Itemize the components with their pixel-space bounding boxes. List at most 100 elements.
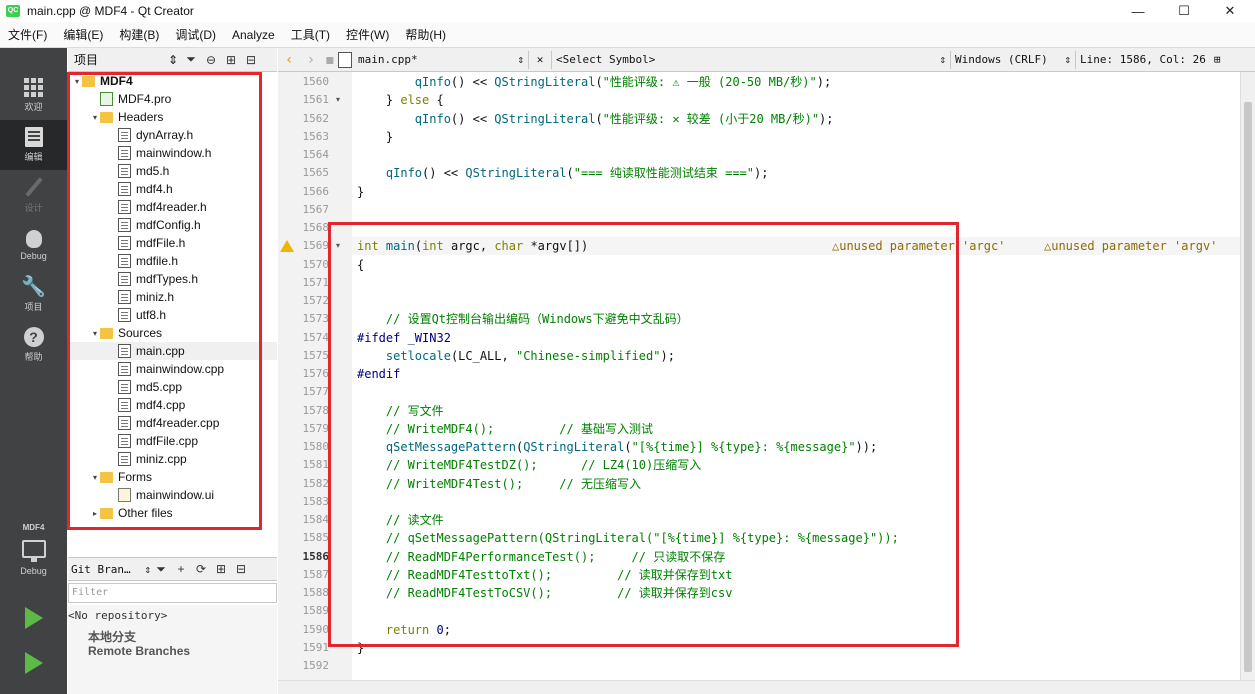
code-line[interactable]: } <box>357 128 393 146</box>
menu-build[interactable]: 构建(B) <box>111 26 167 43</box>
mode-debug[interactable]: Debug <box>0 220 67 270</box>
link-icon[interactable]: ⊖ <box>201 50 221 70</box>
tree-item-forms[interactable]: ▾ Forms <box>68 468 277 486</box>
tree-item-mdf4-h[interactable]: mdf4.h <box>68 180 277 198</box>
menu-widgets[interactable]: 控件(W) <box>338 26 397 43</box>
code-line[interactable]: #ifdef _WIN32 <box>357 329 451 347</box>
code-line[interactable]: } else { <box>357 91 444 109</box>
menu-help[interactable]: 帮助(H) <box>397 26 454 43</box>
tree-item-mdffile-cpp[interactable]: mdfFile.cpp <box>68 432 277 450</box>
code-line[interactable]: // qSetMessagePattern(QStringLiteral("[%… <box>357 529 899 547</box>
code-line[interactable]: // 读文件 <box>357 511 444 529</box>
menu-edit[interactable]: 编辑(E) <box>55 26 111 43</box>
code-line[interactable]: #endif <box>357 365 400 383</box>
code-line[interactable]: qInfo() << QStringLiteral("性能评级: ✕ 较差 (小… <box>357 110 834 128</box>
tree-item-dynarray-h[interactable]: dynArray.h <box>68 126 277 144</box>
close-button[interactable]: ✕ <box>1207 0 1253 22</box>
menu-tools[interactable]: 工具(T) <box>283 26 338 43</box>
back-icon[interactable]: ‹ <box>278 52 300 68</box>
mode-edit[interactable]: 编辑 <box>0 120 67 170</box>
code-line[interactable]: // WriteMDF4Test(); // 无压缩写入 <box>357 475 641 493</box>
filter-icon[interactable]: ⏷ <box>151 559 171 579</box>
warning-icon[interactable] <box>280 240 294 253</box>
expand-arrow-icon[interactable]: ▾ <box>90 473 100 482</box>
tree-item-mainwindow-h[interactable]: mainwindow.h <box>68 144 277 162</box>
horizontal-scrollbar[interactable] <box>278 680 1255 694</box>
tree-item-sources[interactable]: ▾ Sources <box>68 324 277 342</box>
tree-item-md5-cpp[interactable]: md5.cpp <box>68 378 277 396</box>
mode-projects[interactable]: 🔧 项目 <box>0 270 67 320</box>
code-line[interactable]: // 设置Qt控制台输出编码（Windows下避免中文乱码） <box>357 310 689 328</box>
tree-item-mdf4reader-h[interactable]: mdf4reader.h <box>68 198 277 216</box>
minimize-button[interactable]: — <box>1115 0 1161 22</box>
code-line[interactable]: // ReadMDF4TesttoTxt(); // 读取并保存到txt <box>357 566 733 584</box>
tree-item-other-files[interactable]: ▸ Other files <box>68 504 277 522</box>
code-line[interactable]: qSetMessagePattern(QStringLiteral("[%{ti… <box>357 438 877 456</box>
split-icon[interactable]: ⊞ <box>211 559 231 579</box>
tree-item-mdf4-cpp[interactable]: mdf4.cpp <box>68 396 277 414</box>
kit-selector[interactable]: Debug <box>0 533 67 583</box>
warning-annotation[interactable]: △unused parameter 'argv' <box>1044 237 1217 255</box>
close-pane-icon[interactable]: ⊟ <box>241 50 261 70</box>
forward-icon[interactable]: › <box>300 52 322 68</box>
open-documents-selector[interactable]: main.cpp* ⇕ <box>358 53 524 66</box>
mode-welcome[interactable]: 欢迎 <box>0 70 67 120</box>
tree-item-headers[interactable]: ▾ Headers <box>68 108 277 126</box>
line-ending-selector[interactable]: Windows (CRLF) ⇕ <box>955 53 1071 66</box>
refresh-icon[interactable]: ⟳ <box>191 559 211 579</box>
code-line[interactable]: return 0; <box>357 621 451 639</box>
expand-arrow-icon[interactable]: ▾ <box>90 113 100 122</box>
code-line[interactable]: // 写文件 <box>357 402 444 420</box>
tree-item-miniz-h[interactable]: miniz.h <box>68 288 277 306</box>
git-branch-selector[interactable]: Git Bran… ⇕ <box>71 563 151 576</box>
tree-item-mdf4[interactable]: ▾ MDF4 <box>68 72 277 90</box>
code-line[interactable]: // WriteMDF4(); // 基础写入测试 <box>357 420 653 438</box>
tree-item-miniz-cpp[interactable]: miniz.cpp <box>68 450 277 468</box>
close-document-icon[interactable]: ✕ <box>533 53 547 66</box>
code-line[interactable]: } <box>357 183 364 201</box>
split-icon[interactable]: ⊞ <box>1214 53 1221 66</box>
code-line[interactable]: // WriteMDF4TestDZ(); // LZ4(10)压缩写入 <box>357 456 701 474</box>
tree-item-mdfconfig-h[interactable]: mdfConfig.h <box>68 216 277 234</box>
filter-icon[interactable]: ⏷ <box>181 50 201 70</box>
menu-file[interactable]: 文件(F) <box>0 26 55 43</box>
code-line[interactable]: // ReadMDF4PerformanceTest(); // 只读取不保存 <box>357 548 725 566</box>
tree-item-mdftypes-h[interactable]: mdfTypes.h <box>68 270 277 288</box>
tree-item-mainwindow-ui[interactable]: mainwindow.ui <box>68 486 277 504</box>
git-filter-input[interactable]: Filter <box>68 583 277 603</box>
code-line[interactable]: qInfo() << QStringLiteral("性能评级: ⚠ 一般 (2… <box>357 73 831 91</box>
expand-arrow-icon[interactable]: ▸ <box>90 509 100 518</box>
tree-item-mdfile-h[interactable]: mdfile.h <box>68 252 277 270</box>
symbol-selector[interactable]: <Select Symbol> ⇕ <box>556 53 946 66</box>
add-icon[interactable]: + <box>171 559 191 579</box>
menu-debug[interactable]: 调试(D) <box>167 26 224 43</box>
tree-item-mdffile-h[interactable]: mdfFile.h <box>68 234 277 252</box>
maximize-button[interactable]: ☐ <box>1161 0 1207 22</box>
warning-annotation[interactable]: △unused parameter 'argc' <box>832 237 1005 255</box>
code-line[interactable]: // ReadMDF4TestToCSV(); // 读取并保存到csv <box>357 584 733 602</box>
run-button[interactable] <box>0 593 67 643</box>
mode-help[interactable]: ? 帮助 <box>0 320 67 370</box>
close-pane-icon[interactable]: ⊟ <box>231 559 251 579</box>
tree-item-mainwindow-cpp[interactable]: mainwindow.cpp <box>68 360 277 378</box>
split-icon[interactable]: ⊞ <box>221 50 241 70</box>
debug-run-button[interactable] <box>0 638 67 688</box>
view-selector[interactable]: 项目 ⇕ <box>71 51 181 69</box>
fold-marker-icon[interactable]: ▾ <box>336 241 340 250</box>
mode-design[interactable]: 设计 <box>0 170 67 220</box>
vertical-scrollbar[interactable] <box>1240 72 1255 680</box>
code-line[interactable]: { <box>357 256 364 274</box>
menu-analyze[interactable]: Analyze <box>224 28 283 42</box>
code-line[interactable]: int main(int argc, char *argv[]) <box>357 237 588 255</box>
code-editor[interactable]: qInfo() << QStringLiteral("性能评级: ⚠ 一般 (2… <box>352 72 1240 680</box>
tree-item-md5-h[interactable]: md5.h <box>68 162 277 180</box>
code-line[interactable]: setlocale(LC_ALL, "Chinese-simplified"); <box>357 347 675 365</box>
tree-item-mdf4reader-cpp[interactable]: mdf4reader.cpp <box>68 414 277 432</box>
code-line[interactable]: } <box>357 639 364 657</box>
expand-arrow-icon[interactable]: ▾ <box>72 77 82 86</box>
fold-marker-icon[interactable]: ▾ <box>336 95 340 104</box>
tree-item-mdf4-pro[interactable]: MDF4.pro <box>68 90 277 108</box>
tree-item-main-cpp[interactable]: main.cpp <box>68 342 277 360</box>
expand-arrow-icon[interactable]: ▾ <box>90 329 100 338</box>
line-number-gutter[interactable]: 1560 1561 ▾ 1562 1563 1564 1565 1566 1567 1568 156… <box>278 72 352 680</box>
